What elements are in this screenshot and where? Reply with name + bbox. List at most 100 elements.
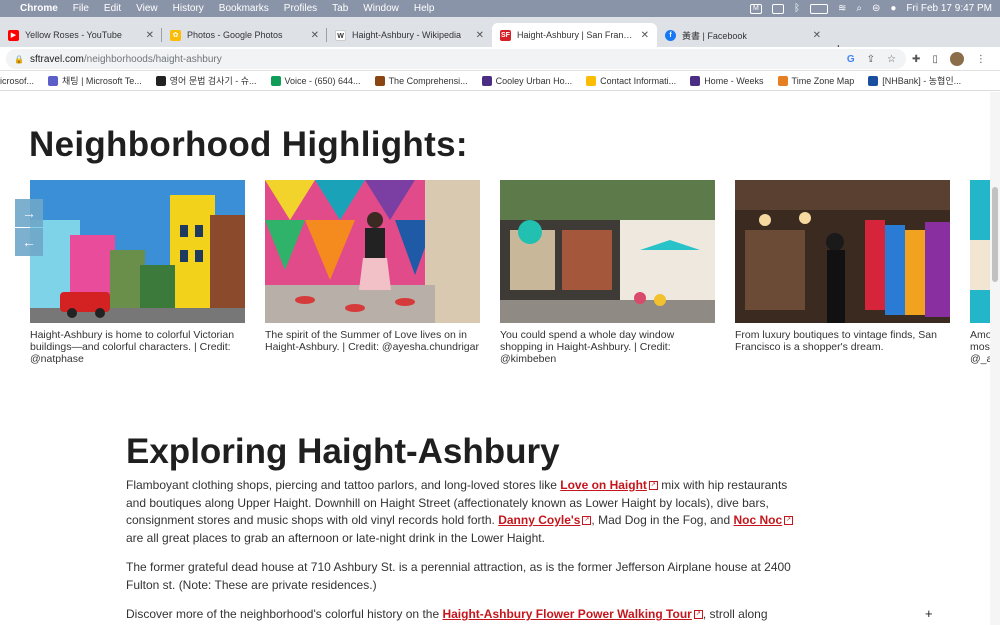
menu-file[interactable]: File: [73, 3, 89, 14]
expand-plus-icon[interactable]: +: [925, 606, 933, 621]
bookmark-item[interactable]: Contact Informati...: [586, 75, 676, 86]
bookmark-item[interactable]: icrosof...: [0, 76, 34, 86]
bookmark-label: 채팅 | Microsoft Te...: [62, 76, 142, 86]
love-on-haight-link[interactable]: Love on Haight: [560, 478, 647, 492]
menu-view[interactable]: View: [136, 3, 158, 14]
close-icon[interactable]: ✕: [476, 30, 484, 41]
menu-window[interactable]: Window: [363, 3, 399, 14]
sftravel-icon: SF: [500, 29, 511, 41]
text-segment: Flamboyant clothing shops, piercing and …: [126, 478, 561, 492]
menubar-status: M ᛒ ≋ ⌕ ⊜ ● Fri Feb 17 9:47 PM: [749, 3, 992, 14]
tab-title: Photos - Google Photos: [187, 30, 283, 40]
partial-card-image[interactable]: [970, 180, 990, 323]
wifi-icon[interactable]: ≋: [838, 3, 846, 14]
tab-google-photos[interactable]: ✿ Photos - Google Photos ✕: [162, 23, 327, 47]
tab-wikipedia[interactable]: W Haight-Ashbury - Wikipedia ✕: [327, 23, 492, 47]
bookmark-favicon-icon: [374, 75, 385, 86]
bookmark-item[interactable]: The Comprehensi...: [374, 75, 468, 86]
lock-icon[interactable]: 🔒: [14, 55, 24, 64]
tab-youtube[interactable]: ▶ Yellow Roses - YouTube ✕: [0, 23, 162, 47]
mural-image[interactable]: [265, 180, 480, 323]
menu-history[interactable]: History: [173, 3, 204, 14]
browser-toolbar: 🔒 sftravel.com/neighborhoods/haight-ashb…: [0, 47, 1000, 71]
bookmark-item[interactable]: Time Zone Map: [777, 75, 855, 86]
url-path: /neighborhoods/haight-ashbury: [83, 53, 222, 65]
bookmark-item[interactable]: 채팅 | Microsoft Te...: [48, 74, 142, 87]
bookmark-label: [NHBank] - 농협인...: [882, 76, 962, 86]
page-content: Neighborhood Highlights: Haight-Ashbury …: [0, 92, 990, 625]
bookmark-label: 영어 문법 검사기 - 슈...: [169, 76, 257, 86]
external-link-icon[interactable]: ↗: [784, 516, 794, 526]
google-lens-icon[interactable]: G: [847, 54, 855, 65]
search-icon[interactable]: ⌕: [856, 3, 862, 14]
bookmark-item[interactable]: [NHBank] - 농협인...: [868, 74, 961, 87]
exploring-heading: Exploring Haight-Ashbury: [126, 432, 560, 471]
tab-title: Yellow Roses - YouTube: [25, 30, 122, 40]
highlight-card-4[interactable]: From luxury boutiques to vintage finds, …: [735, 180, 950, 353]
profile-avatar[interactable]: [949, 52, 964, 66]
menu-edit[interactable]: Edit: [104, 3, 121, 14]
close-icon[interactable]: ✕: [641, 30, 649, 41]
highlight-card-1[interactable]: Haight-Ashbury is home to colorful Victo…: [30, 180, 245, 365]
extensions-icon[interactable]: ✚: [912, 54, 920, 65]
mail-status-icon[interactable]: M: [749, 3, 762, 14]
carousel-next-button[interactable]: →: [15, 199, 43, 227]
bookmark-label: Time Zone Map: [791, 75, 855, 86]
carousel-prev-button[interactable]: ←: [15, 228, 43, 256]
menu-tab[interactable]: Tab: [332, 3, 348, 14]
bookmark-item[interactable]: Voice - (650) 644...: [270, 75, 361, 86]
battery-icon[interactable]: [809, 3, 828, 14]
highlight-card-3[interactable]: You could spend a whole day window shopp…: [500, 180, 715, 365]
tab-strip: ▶ Yellow Roses - YouTube ✕ ✿ Photos - Go…: [0, 17, 1000, 58]
bookmark-item[interactable]: 영어 문법 검사기 - 슈...: [155, 74, 257, 87]
bookmark-star-icon[interactable]: ☆: [887, 54, 896, 65]
victorian-houses-image[interactable]: [30, 180, 245, 323]
menu-help[interactable]: Help: [414, 3, 435, 14]
facebook-icon: f: [665, 29, 676, 41]
bookmark-favicon-icon: [48, 75, 59, 86]
external-link-icon[interactable]: ↗: [693, 610, 703, 620]
bookmark-label: Voice - (650) 644...: [284, 75, 361, 86]
siri-icon[interactable]: ●: [890, 3, 896, 14]
menu-app[interactable]: Chrome: [20, 3, 58, 14]
boutique-image[interactable]: [735, 180, 950, 323]
bookmark-favicon-icon: [777, 75, 788, 86]
tab-sftravel[interactable]: SF Haight-Ashbury | San Francisco ✕: [492, 23, 657, 47]
menu-bookmarks[interactable]: Bookmarks: [219, 3, 269, 14]
walking-tour-link[interactable]: Haight-Ashbury Flower Power Walking Tour: [442, 607, 691, 621]
menu-profiles[interactable]: Profiles: [284, 3, 317, 14]
scrollbar-thumb[interactable]: [992, 187, 998, 282]
close-icon[interactable]: ✕: [813, 30, 821, 41]
bluetooth-icon[interactable]: ᛒ: [794, 3, 800, 14]
card-caption: Amo... mos... @_a...: [970, 329, 990, 365]
card-caption: From luxury boutiques to vintage finds, …: [735, 329, 937, 353]
paragraph-walking-tour: Discover more of the neighborhood's colo…: [126, 606, 796, 624]
address-bar[interactable]: 🔒 sftravel.com/neighborhoods/haight-ashb…: [6, 49, 906, 69]
bookmark-item[interactable]: Home - Weeks: [690, 75, 764, 86]
more-menu-icon[interactable]: ⋮: [976, 54, 986, 65]
bookmark-label: icrosof...: [0, 75, 35, 86]
close-icon[interactable]: ✕: [311, 30, 319, 41]
storefront-image[interactable]: [500, 180, 715, 323]
share-icon[interactable]: ⇪: [867, 54, 875, 65]
tab-title: Haight-Ashbury | San Francisco: [517, 30, 635, 40]
wikipedia-icon: W: [335, 29, 346, 41]
bookmark-item[interactable]: Cooley Urban Ho...: [481, 75, 572, 86]
control-center-icon[interactable]: ⊜: [872, 3, 880, 14]
danny-coyles-link[interactable]: Danny Coyle's: [498, 513, 580, 527]
menubar-clock[interactable]: Fri Feb 17 9:47 PM: [906, 3, 992, 14]
side-panel-icon[interactable]: ▯: [932, 54, 938, 65]
bookmarks-bar: icrosof... 채팅 | Microsoft Te... 영어 문법 검사기 …: [0, 71, 1000, 91]
bookmark-favicon-icon: [868, 75, 879, 86]
noc-noc-link[interactable]: Noc Noc: [734, 513, 783, 527]
close-icon[interactable]: ✕: [146, 30, 154, 41]
highlight-card-2[interactable]: The spirit of the Summer of Love lives o…: [265, 180, 480, 353]
highlight-card-5[interactable]: Amo... mos... @_a...: [970, 180, 990, 365]
mac-menubar: Chrome File Edit View History Bookmarks …: [0, 0, 1000, 17]
external-link-icon[interactable]: ↗: [648, 481, 658, 491]
paragraph-shops: Flamboyant clothing shops, piercing and …: [126, 477, 796, 547]
app-status-icon[interactable]: [771, 3, 784, 14]
tab-facebook[interactable]: f 黃書 | Facebook ✕: [657, 23, 829, 47]
page-scrollbar[interactable]: [990, 92, 1000, 625]
bookmark-favicon-icon: [586, 75, 597, 86]
